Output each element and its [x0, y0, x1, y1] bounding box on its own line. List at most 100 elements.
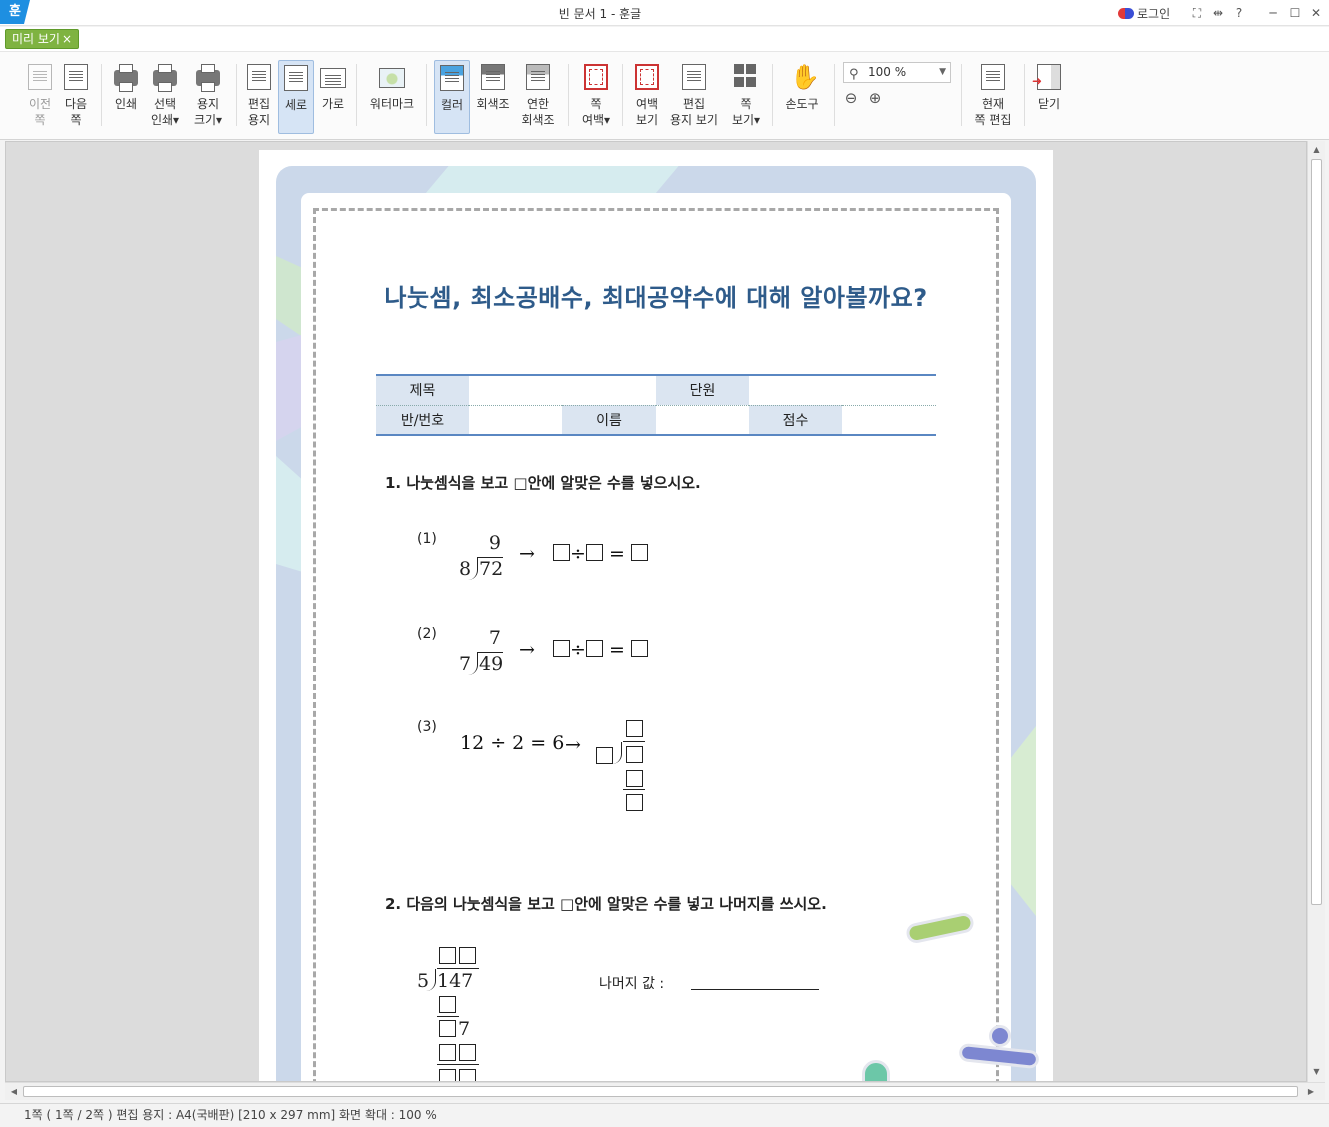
close-icon[interactable]: ✕ — [1307, 4, 1325, 22]
edit-paper-label-2: 용지 — [247, 113, 271, 127]
table-header-unit: 단원 — [656, 374, 749, 406]
question-1[interactable]: 1. 나눗셈식을 보고 □안에 알맞은 수를 넣으시오. — [385, 472, 701, 493]
paper-size-button[interactable]: 용지 크기▾ — [190, 60, 226, 134]
next-page-label-2: 쪽 — [70, 113, 82, 127]
info-table: 제목 단원 반/번호 이름 점수 — [376, 374, 936, 436]
page-view-button[interactable]: 쪽보기▾ — [728, 60, 764, 134]
dividend: 49 — [479, 653, 504, 675]
page-view-label-2: 보기▾ — [731, 113, 761, 127]
light-grayscale-icon — [526, 64, 550, 90]
vertical-scrollbar[interactable]: ▲ ▼ — [1307, 141, 1325, 1082]
current-page-edit-button[interactable]: 현재 쪽 편집 — [970, 60, 1016, 134]
scrollbar-thumb[interactable] — [1311, 159, 1322, 905]
edit-paper-icon — [247, 64, 271, 90]
table-cell-name[interactable] — [656, 405, 749, 436]
table-header-score: 점수 — [749, 405, 842, 436]
answer-box[interactable] — [459, 1069, 476, 1081]
landscape-icon — [320, 68, 346, 88]
remainder-answer-line[interactable] — [691, 989, 819, 990]
equal-sign: = — [609, 543, 625, 565]
partial-digit: 7 — [458, 1018, 471, 1040]
answer-box[interactable] — [585, 640, 603, 657]
zoom-in-icon[interactable]: ⊕ — [865, 88, 885, 108]
document-title[interactable]: 나눗셈, 최소공배수, 최대공약수에 대해 알아볼까요? — [259, 278, 1053, 313]
table-cell-subject[interactable] — [469, 374, 656, 406]
scroll-up-icon[interactable]: ▲ — [1308, 142, 1325, 158]
scroll-right-icon[interactable]: ▶ — [1303, 1083, 1319, 1100]
landscape-button[interactable]: 가로 — [317, 60, 349, 134]
next-page-button[interactable]: 다음 쪽 — [60, 60, 92, 134]
answer-box[interactable] — [439, 1069, 456, 1081]
page-view-label: 쪽 — [740, 97, 752, 111]
table-cell-unit[interactable] — [749, 374, 936, 406]
answer-box[interactable] — [626, 720, 643, 737]
chevron-down-icon[interactable]: ▼ — [939, 63, 946, 82]
answer-box[interactable] — [439, 1044, 456, 1061]
margin-view-button[interactable]: 여백 보기 — [630, 60, 664, 134]
close-preview-button[interactable]: ➜ 닫기 — [1032, 60, 1066, 134]
answer-box[interactable] — [439, 947, 456, 964]
document-view[interactable]: 나눗셈, 최소공배수, 최대공약수에 대해 알아볼까요? 제목 단원 반/번호 … — [5, 141, 1307, 1082]
minimize-icon[interactable]: ─ — [1264, 4, 1282, 22]
scrollbar-thumb[interactable] — [23, 1086, 1298, 1097]
maximize-icon[interactable]: ☐ — [1286, 4, 1304, 22]
prev-page-button[interactable]: 이전 쪽 — [24, 60, 56, 134]
hand-tool-button[interactable]: ✋ 손도구 — [782, 60, 822, 134]
hand-icon: ✋ — [790, 63, 820, 91]
landscape-label: 가로 — [321, 97, 345, 111]
answer-box[interactable] — [630, 640, 648, 657]
answer-box[interactable] — [439, 1020, 456, 1037]
watermark-button[interactable]: 워터마크 — [366, 60, 418, 134]
scroll-down-icon[interactable]: ▼ — [1308, 1064, 1325, 1080]
answer-box[interactable] — [459, 1044, 476, 1061]
answer-box[interactable] — [626, 770, 643, 787]
split-view-icon[interactable]: ⇹ — [1209, 4, 1227, 22]
current-page-edit-label-2: 쪽 편집 — [974, 113, 1012, 127]
answer-box[interactable] — [553, 640, 571, 657]
tab-preview[interactable]: 미리 보기 × — [5, 29, 80, 49]
login-button[interactable]: 로그인 — [1118, 5, 1170, 22]
select-print-button[interactable]: 선택 인쇄▾ — [146, 60, 184, 134]
division-bar — [623, 741, 645, 743]
light-grayscale-button[interactable]: 연한 회색조 — [516, 60, 560, 134]
answer-box[interactable] — [459, 947, 476, 964]
separator — [356, 64, 357, 126]
division-bracket — [426, 969, 436, 991]
table-cell-class[interactable] — [469, 405, 562, 436]
app-window: 훈 빈 문서 1 - 훈글 로그인 ⛶ ⇹ ? ─ ☐ ✕ 미리 보기 × 이전 쪽… — [0, 0, 1329, 1127]
fullscreen-icon[interactable]: ⛶ — [1188, 4, 1206, 22]
division-bracket — [468, 653, 478, 675]
decor-bubble — [989, 1025, 1011, 1047]
color-button[interactable]: 컬러 — [434, 60, 470, 134]
answer-box[interactable] — [626, 746, 643, 763]
zoom-out-icon[interactable]: ⊖ — [841, 88, 861, 108]
answer-box[interactable] — [439, 996, 456, 1013]
dashed-border — [313, 208, 999, 1081]
separator — [236, 64, 237, 126]
paper-view-button[interactable]: 편집 용지 보기 — [668, 60, 720, 134]
expression: 12 ÷ 2 = 6 — [460, 732, 565, 754]
tab-close-icon[interactable]: × — [62, 32, 72, 46]
answer-box[interactable] — [553, 544, 571, 561]
answer-box[interactable] — [626, 794, 643, 811]
answer-box[interactable] — [585, 544, 603, 561]
quotient: 7 — [488, 627, 501, 649]
answer-box[interactable] — [596, 747, 613, 764]
print-button[interactable]: 인쇄 — [110, 60, 142, 134]
separator — [568, 64, 569, 126]
table-cell-score[interactable] — [842, 405, 936, 436]
horizontal-scrollbar[interactable]: ◀ ▶ — [5, 1082, 1325, 1100]
page-margin-button[interactable]: 쪽 여백▾ — [578, 60, 614, 134]
grayscale-button[interactable]: 회색조 — [474, 60, 512, 134]
answer-box[interactable] — [630, 544, 648, 561]
help-icon[interactable]: ? — [1230, 4, 1248, 22]
edit-paper-button[interactable]: 편집 용지 — [243, 60, 275, 134]
scroll-left-icon[interactable]: ◀ — [6, 1083, 22, 1100]
zoom-select[interactable]: ⚲ 100 % ▼ — [843, 62, 951, 83]
portrait-button[interactable]: 세로 — [278, 60, 314, 134]
dividend: 72 — [479, 558, 504, 580]
paper-view-label: 편집 — [682, 97, 706, 111]
division-bar — [437, 1016, 459, 1018]
question-2[interactable]: 2. 다음의 나눗셈식을 보고 □안에 알맞은 수를 넣고 나머지를 쓰시오. — [385, 893, 827, 914]
separator — [772, 64, 773, 126]
